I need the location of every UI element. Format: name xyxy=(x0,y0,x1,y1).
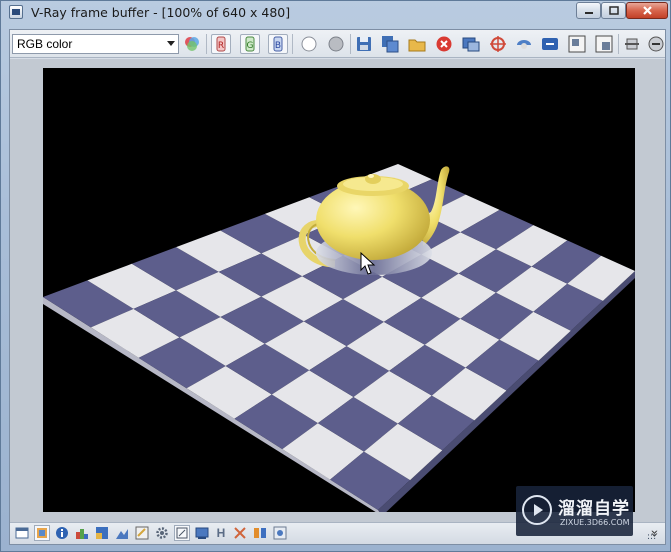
vfb-client-area: RGB color R G B H » xyxy=(9,29,666,545)
minimize-button[interactable] xyxy=(576,2,601,19)
save-image-icon[interactable] xyxy=(354,34,374,54)
curves-icon[interactable] xyxy=(94,525,110,541)
channel-dropdown-value: RGB color xyxy=(17,37,73,51)
save-all-icon[interactable] xyxy=(380,34,400,54)
vfb-window: V-Ray frame buffer - [100% of 640 x 480]… xyxy=(0,0,671,552)
title-bar[interactable]: V-Ray frame buffer - [100% of 640 x 480] xyxy=(1,1,671,25)
toolbar-separator xyxy=(618,34,619,54)
close-button[interactable] xyxy=(626,2,668,19)
pixel-aspect-icon[interactable] xyxy=(174,525,190,541)
watermark-url: ZIXUE.3D66.COM xyxy=(560,518,630,527)
link-to-vfb-icon[interactable] xyxy=(540,34,560,54)
stop-render-icon[interactable] xyxy=(622,34,642,54)
toolbar-separator xyxy=(206,34,207,54)
open-image-icon[interactable] xyxy=(407,34,427,54)
lut-icon[interactable] xyxy=(134,525,150,541)
svg-text:R: R xyxy=(218,41,224,51)
stamp-icon[interactable] xyxy=(194,525,210,541)
exposure-icon[interactable] xyxy=(114,525,130,541)
red-channel-icon[interactable]: R xyxy=(211,34,231,54)
clear-image-icon[interactable] xyxy=(434,34,454,54)
levels-icon[interactable] xyxy=(74,525,90,541)
window-title: V-Ray frame buffer - [100% of 640 x 480] xyxy=(31,5,291,20)
region-render-icon[interactable] xyxy=(567,34,587,54)
track-mouse-icon[interactable] xyxy=(488,34,508,54)
toolbar-separator xyxy=(350,34,351,54)
rendered-image[interactable] xyxy=(43,68,635,512)
green-channel-icon[interactable]: G xyxy=(240,34,260,54)
duplicate-to-max-fb-icon[interactable] xyxy=(461,34,481,54)
maximize-icon xyxy=(608,6,619,15)
close-icon xyxy=(642,6,652,15)
rendered-scene xyxy=(43,164,635,512)
color-correction-icon[interactable] xyxy=(34,525,50,541)
alpha-white-circle-icon[interactable] xyxy=(299,34,319,54)
minimize-icon xyxy=(584,11,593,14)
render-viewport[interactable] xyxy=(10,59,665,522)
watermark-logo-icon xyxy=(522,495,552,525)
info-icon[interactable] xyxy=(54,525,70,541)
ab-compare-icon[interactable] xyxy=(252,525,268,541)
channel-dropdown[interactable]: RGB color xyxy=(12,34,179,54)
history-window-icon[interactable] xyxy=(14,525,30,541)
vfb-toolbar: RGB color R G B xyxy=(10,30,665,58)
app-icon xyxy=(9,5,23,19)
hide-overlay-icon[interactable]: H xyxy=(213,525,229,541)
svg-text:B: B xyxy=(275,41,281,51)
watermark: 溜溜自学 ZIXUE.3D66.COM xyxy=(516,486,633,536)
mono-gray-circle-icon[interactable] xyxy=(326,34,346,54)
srgb-icon[interactable] xyxy=(272,525,288,541)
chevron-down-icon xyxy=(167,41,175,46)
expand-icon[interactable] xyxy=(646,34,666,54)
render-last-icon[interactable] xyxy=(594,34,614,54)
compare-icon[interactable] xyxy=(232,525,248,541)
watermark-title: 溜溜自学 xyxy=(558,499,630,519)
gear-icon[interactable] xyxy=(154,525,170,541)
resize-grip-icon[interactable]: ::: xyxy=(647,533,663,548)
svg-text:G: G xyxy=(247,41,254,51)
maximize-button[interactable] xyxy=(601,2,626,19)
h-label: H xyxy=(216,526,226,540)
blue-channel-icon[interactable]: B xyxy=(268,34,288,54)
render-region-icon[interactable] xyxy=(514,34,534,54)
color-wheel-icon[interactable] xyxy=(182,34,202,54)
toolbar-separator xyxy=(292,34,293,54)
